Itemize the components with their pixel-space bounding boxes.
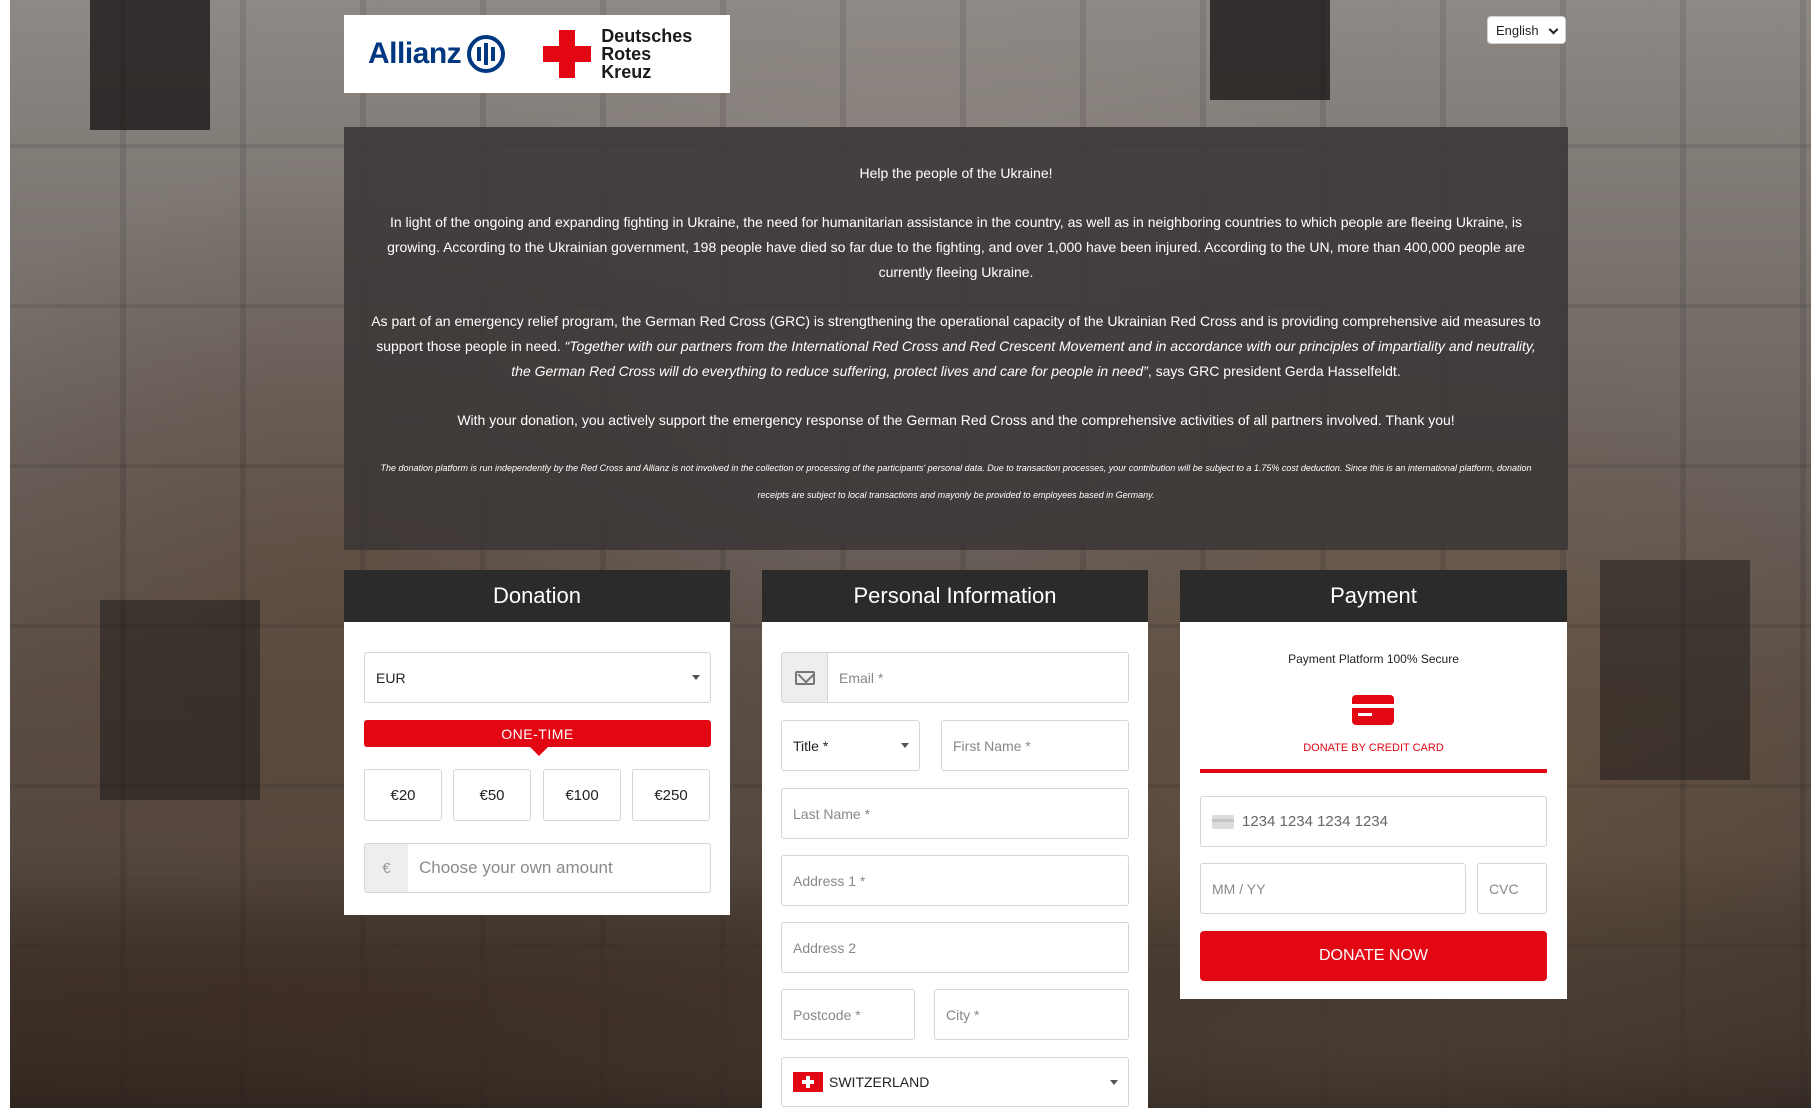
postcode-field[interactable]: Postcode * [781,989,915,1040]
info-disclaimer: The donation platform is run independent… [380,463,1532,500]
allianz-logo: Allianz [368,35,506,73]
currency-select[interactable]: EUR [364,652,711,703]
info-title: Help the people of the Ukraine! [859,165,1053,181]
logo-header: Allianz Deutsches Rotes Kreuz [344,15,730,93]
amount-option-50[interactable]: €50 [453,769,531,821]
drk-line-3: Kreuz [601,62,652,82]
payment-method-underline [1200,769,1547,773]
last-name-field[interactable]: Last Name * [781,788,1129,839]
email-addon [781,652,828,703]
info-paragraph-2-end: , says GRC president Gerda Hasselfeldt. [1147,363,1401,379]
drk-wordmark: Deutsches Rotes Kreuz [601,27,692,81]
background-window [100,600,260,800]
drk-line-1: Deutsches [601,26,693,46]
page-edge [0,0,10,1108]
card-number-field[interactable]: 1234 1234 1234 1234 [1200,796,1547,847]
first-name-field[interactable]: First Name * [941,720,1129,771]
info-paragraph-1: In light of the ongoing and expanding fi… [387,214,1525,280]
title-value: Title * [793,737,829,754]
chevron-down-icon [1548,24,1559,35]
card-number-placeholder: 1234 1234 1234 1234 [1242,813,1388,830]
euro-symbol: € [364,843,409,893]
frequency-one-time[interactable]: ONE-TIME [364,720,711,756]
allianz-logo-icon [467,35,506,73]
drk-logo: Deutsches Rotes Kreuz [543,27,692,81]
card-brand-icon [1212,814,1234,829]
country-select[interactable]: SWITZERLAND [781,1057,1129,1107]
expiry-field[interactable]: MM / YY [1200,863,1466,914]
language-value: English [1496,22,1539,38]
drk-line-2: Rotes [601,44,652,64]
personal-info-heading: Personal Information [762,570,1148,622]
amount-option-20[interactable]: €20 [364,769,442,821]
language-select[interactable]: English [1487,16,1566,44]
address-1-field[interactable]: Address 1 * [781,855,1129,906]
red-cross-icon [543,30,592,78]
caret-down-icon [901,743,909,748]
donate-now-button[interactable]: DONATE NOW [1200,931,1547,981]
caret-down-icon [692,675,700,680]
amount-option-100[interactable]: €100 [543,769,621,821]
email-field[interactable]: Email * [827,652,1129,703]
envelope-icon [794,670,815,685]
payment-heading: Payment [1180,570,1567,622]
city-field[interactable]: City * [934,989,1129,1040]
own-amount-input[interactable]: Choose your own amount [408,843,711,893]
donate-by-credit-card-tab[interactable]: DONATE BY CREDIT CARD [1180,742,1567,754]
country-value: SWITZERLAND [829,1074,930,1090]
info-panel: Help the people of the Ukraine! In light… [344,127,1568,550]
swiss-flag-icon [793,1072,823,1092]
credit-card-icon[interactable] [1352,695,1394,725]
donation-heading: Donation [344,570,730,622]
cvc-field[interactable]: CVC [1477,863,1547,914]
info-paragraph-3: With your donation, you actively support… [457,412,1455,428]
info-paragraph-2: As part of an emergency relief program, … [366,309,1546,384]
background-window [90,0,210,130]
donation-page: Allianz Deutsches Rotes Kreuz English He… [0,0,1811,1108]
title-select[interactable]: Title * [781,720,920,771]
secure-notice: Payment Platform 100% Secure [1288,652,1459,666]
caret-down-icon [1110,1080,1118,1085]
address-2-field[interactable]: Address 2 [781,922,1129,973]
background-window [1210,0,1330,100]
amount-option-250[interactable]: €250 [632,769,710,821]
allianz-wordmark: Allianz [368,37,462,70]
background-window [1600,560,1750,780]
currency-value: EUR [376,669,406,686]
